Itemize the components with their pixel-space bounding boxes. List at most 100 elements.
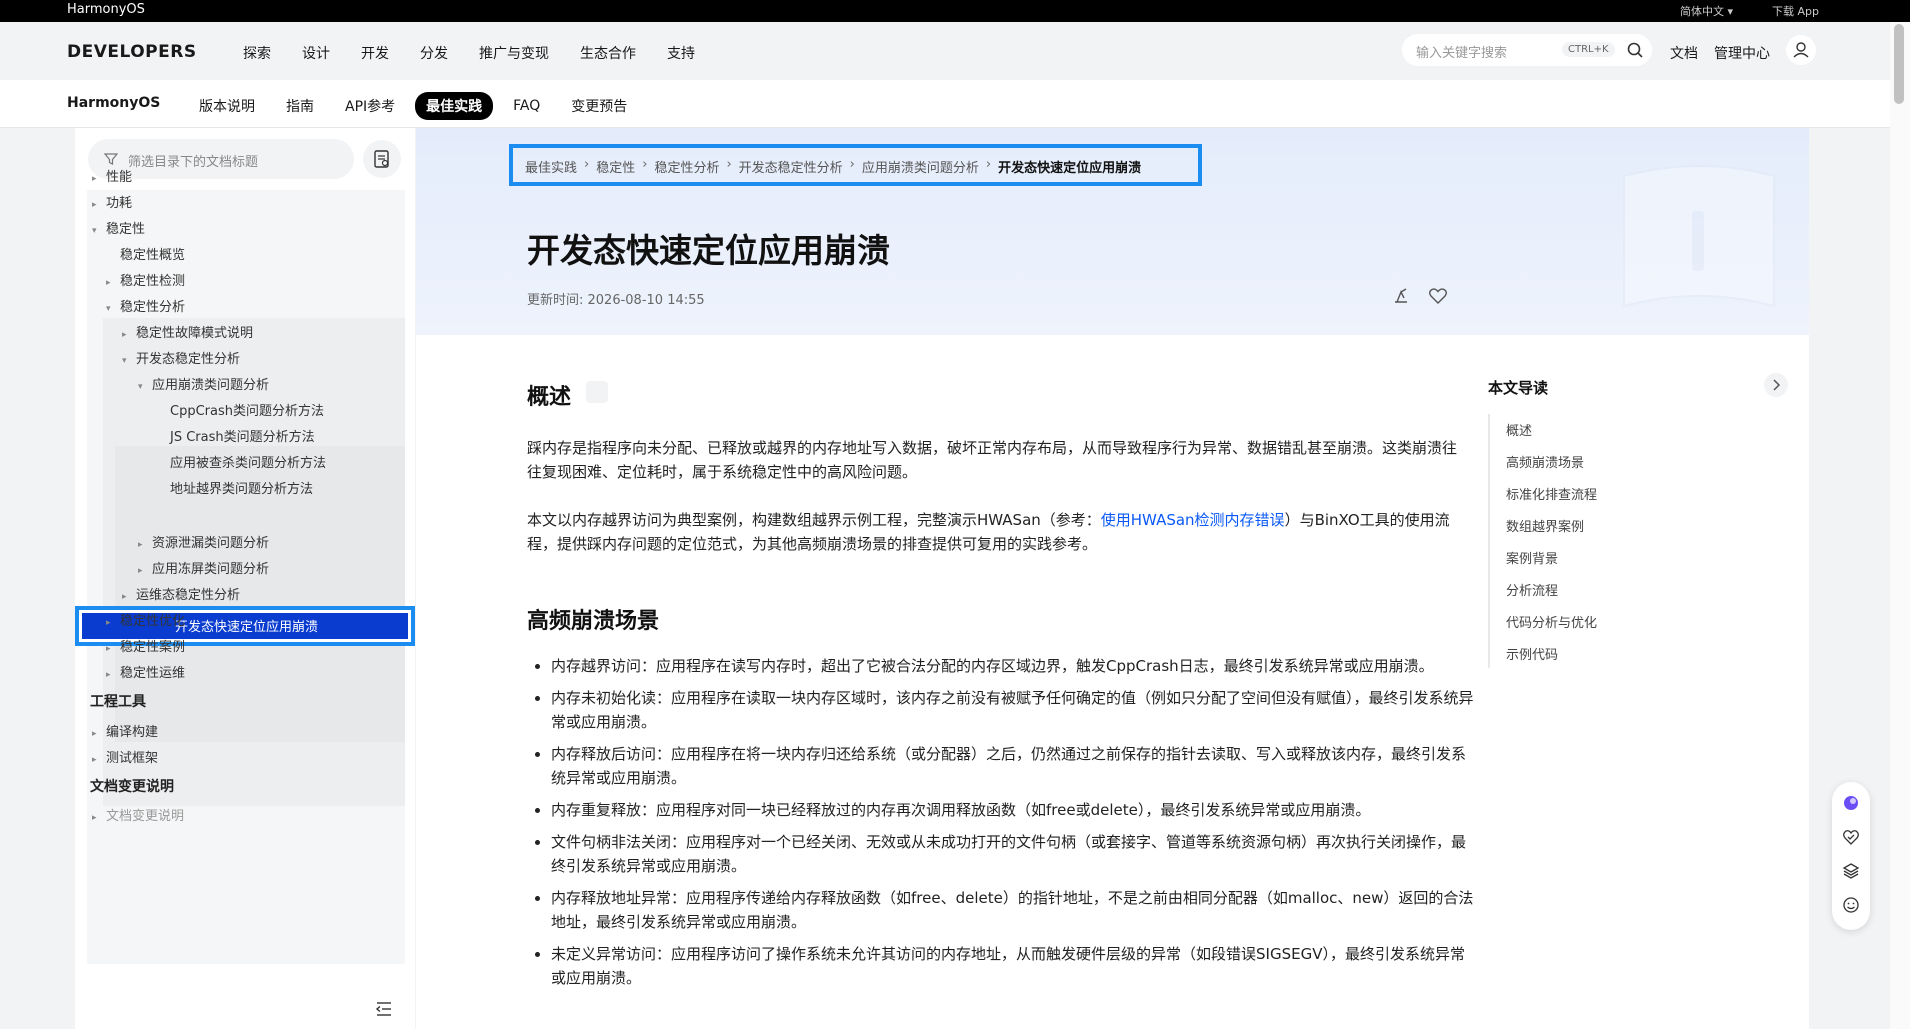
search-icon[interactable] [1626, 41, 1644, 59]
tree-item[interactable]: ▸ 稳定性检测 [106, 270, 185, 289]
share-icon[interactable] [1392, 286, 1412, 306]
toc-item[interactable]: 高频崩溃场景 [1506, 452, 1584, 471]
crash-scenario-list: 内存越界访问：应用程序在读写内存时，超出了它被合法分配的内存区域边界，触发Cpp… [527, 654, 1477, 998]
console-link[interactable]: 管理中心 [1714, 43, 1770, 63]
product-name[interactable]: HarmonyOS [67, 95, 160, 111]
tree-item[interactable]: ▸ 应用冻屏类问题分析 [138, 558, 269, 577]
hwasan-link[interactable]: 使用HWASan检测内存错误 [1101, 511, 1285, 529]
tree-item[interactable]: ▸ 运维态稳定性分析 [122, 584, 240, 603]
breadcrumb-item[interactable]: 稳定性分析 [654, 157, 719, 176]
breadcrumb-item[interactable]: 开发态稳定性分析 [739, 157, 843, 176]
favorite-heart-icon[interactable] [1428, 286, 1448, 306]
toc-item[interactable]: 示例代码 [1506, 644, 1558, 663]
tree-item[interactable]: ▾ 应用崩溃类问题分析 [138, 374, 269, 393]
filter-input[interactable]: 筛选目录下的文档标题 [128, 151, 258, 170]
tree-section-header[interactable]: 文档变更说明 [90, 776, 174, 796]
toc-item[interactable]: 数组越界案例 [1506, 516, 1584, 535]
search-input[interactable]: 输入关键字搜索 [1416, 42, 1507, 61]
tree-item[interactable]: 稳定性概览 [106, 244, 185, 263]
tree-item[interactable]: ▸ 稳定性案例 [106, 636, 185, 655]
tree-item[interactable]: ▸ 稳定性故障模式说明 [122, 322, 253, 341]
floating-toolbar [1832, 782, 1870, 930]
filter-icon [104, 153, 118, 165]
page-scrollbar[interactable] [1890, 22, 1910, 1029]
breadcrumb-current: 开发态快速定位应用崩溃 [998, 161, 1142, 176]
page-title: 开发态快速定位应用崩溃 [527, 231, 890, 270]
toc-item[interactable]: 概述 [1506, 420, 1532, 439]
tree-item[interactable]: ▸ 测试框架 [92, 747, 158, 766]
overview-paragraph-2: 本文以内存越界访问为典型案例，构建数组越界示例工程，完整演示HWASan（参考：… [527, 508, 1467, 556]
docs-link[interactable]: 文档 [1670, 43, 1698, 63]
smiley-icon[interactable] [1842, 896, 1860, 914]
list-item: 文件句柄非法关闭：应用程序对一个已经关闭、无效或从未成功打开的文件句柄（或套接字… [527, 830, 1477, 878]
toc-toggle-button[interactable] [1764, 373, 1788, 397]
language-selector[interactable]: 简体中文 ▾ [1680, 3, 1733, 19]
list-item: 未定义异常访问：应用程序访问了操作系统未允许其访问的内存地址，从而触发硬件层级的… [527, 942, 1477, 990]
section-title-overview: 概述 [527, 385, 572, 410]
tab-change-notices[interactable]: 变更预告 [571, 92, 627, 120]
toc-rail [1488, 414, 1490, 668]
ai-assistant-icon[interactable] [1842, 794, 1860, 812]
toc-item[interactable]: 代码分析与优化 [1506, 612, 1597, 631]
tree-section-header[interactable]: 工程工具 [90, 691, 146, 711]
collapse-sidebar-icon[interactable] [375, 1000, 393, 1018]
tree-item[interactable]: ▸ 编译构建 [92, 721, 158, 740]
anchor-link-icon[interactable] [586, 381, 608, 403]
breadcrumb-item[interactable]: 稳定性 [596, 157, 635, 176]
tab-api-reference[interactable]: API参考 [345, 92, 395, 120]
layers-icon[interactable] [1842, 862, 1860, 880]
tree-item[interactable]: ▸ 文档变更说明 [92, 805, 184, 824]
nav-item-develop[interactable]: 开发 [361, 43, 389, 63]
breadcrumb-highlight: 最佳实践 › 稳定性 › 稳定性分析 › 开发态稳定性分析 › 应用崩溃类问题分析 › 开… [509, 144, 1202, 186]
user-icon[interactable] [1786, 35, 1816, 65]
main-nav: 探索 设计 开发 分发 推广与变现 生态合作 支持 [243, 43, 726, 63]
tab-best-practices[interactable]: 最佳实践 [415, 92, 494, 120]
tree-item[interactable]: CppCrash类问题分析方法 [156, 400, 324, 419]
tree-item[interactable]: ▸ 稳定性运维 [106, 662, 185, 681]
nav-item-design[interactable]: 设计 [302, 43, 330, 63]
toc-item[interactable]: 案例背景 [1506, 548, 1558, 567]
tab-faq[interactable]: FAQ [513, 94, 540, 118]
nav-item-explore[interactable]: 探索 [243, 43, 271, 63]
tree-item[interactable]: ▾ 稳定性分析 [106, 296, 185, 315]
sub-nav: 版本说明 指南 API参考 最佳实践 FAQ 变更预告 [199, 92, 658, 120]
tree-item[interactable]: ▾ 开发态稳定性分析 [122, 348, 240, 367]
tree-item-label: 开发态快速定位应用崩溃 [175, 620, 319, 635]
chevron-right-icon [1773, 379, 1781, 391]
tree-item[interactable]: ▸ 功耗 [92, 192, 132, 211]
harmonyos-brand[interactable]: HarmonyOS [67, 2, 145, 17]
book-illustration-icon [1623, 165, 1775, 308]
doc-list-button[interactable] [363, 140, 401, 178]
doc-sidebar: 筛选目录下的文档标题 ▸ 性能 ▸ 功耗 ▾ 稳定性 稳定性概览 ▸ 稳定性检测 ▾ 稳定… [75, 128, 415, 1029]
tree-item[interactable]: ▸ 稳定性优化 [106, 610, 185, 629]
toc-item[interactable]: 分析流程 [1506, 580, 1558, 599]
nav-item-distribute[interactable]: 分发 [420, 43, 448, 63]
tab-release-notes[interactable]: 版本说明 [199, 92, 255, 120]
main-header: DEVELOPERS 探索 设计 开发 分发 推广与变现 生态合作 支持 输入关… [0, 22, 1890, 80]
section-title-crash-scenarios: 高频崩溃场景 [527, 609, 660, 634]
nav-item-support[interactable]: 支持 [667, 43, 695, 63]
list-item: 内存释放后访问：应用程序在将一块内存归还给系统（或分配器）之后，仍然通过之前保存… [527, 742, 1477, 790]
nav-item-ecosystem[interactable]: 生态合作 [580, 43, 636, 63]
overview-paragraph-1: 踩内存是指程序向未分配、已释放或越界的内存地址写入数据，破坏正常内存布局，从而导… [527, 439, 1458, 481]
download-app-link[interactable]: 下载 App [1772, 3, 1819, 19]
tree-item[interactable]: ▾ 稳定性 [92, 218, 145, 237]
breadcrumb-item[interactable]: 应用崩溃类问题分析 [862, 157, 979, 176]
tree-item[interactable]: JS Crash类问题分析方法 [156, 426, 315, 445]
search-box[interactable]: 输入关键字搜索 CTRL+K [1402, 34, 1652, 66]
list-item: 内存越界访问：应用程序在读写内存时，超出了它被合法分配的内存区域边界，触发Cpp… [527, 654, 1477, 678]
tree-item[interactable]: 应用被查杀类问题分析方法 [156, 452, 326, 471]
breadcrumb-item[interactable]: 最佳实践 [525, 157, 577, 176]
nav-item-promote[interactable]: 推广与变现 [479, 43, 549, 63]
breadcrumb: 最佳实践 › 稳定性 › 稳定性分析 › 开发态稳定性分析 › 应用崩溃类问题分析 › 开… [525, 157, 1142, 176]
feedback-icon[interactable] [1842, 828, 1860, 846]
developers-logo[interactable]: DEVELOPERS [67, 42, 197, 62]
doc-search-icon [374, 150, 389, 168]
tree-item[interactable]: ▸ 性能 [92, 166, 132, 185]
tree-item[interactable]: ▸ 资源泄漏类问题分析 [138, 532, 269, 551]
tree-item[interactable]: 地址越界类问题分析方法 [156, 478, 313, 497]
search-shortcut-badge: CTRL+K [1562, 42, 1615, 57]
scrollbar-thumb[interactable] [1894, 24, 1904, 104]
tab-guide[interactable]: 指南 [286, 92, 314, 120]
toc-item[interactable]: 标准化排查流程 [1506, 484, 1597, 503]
